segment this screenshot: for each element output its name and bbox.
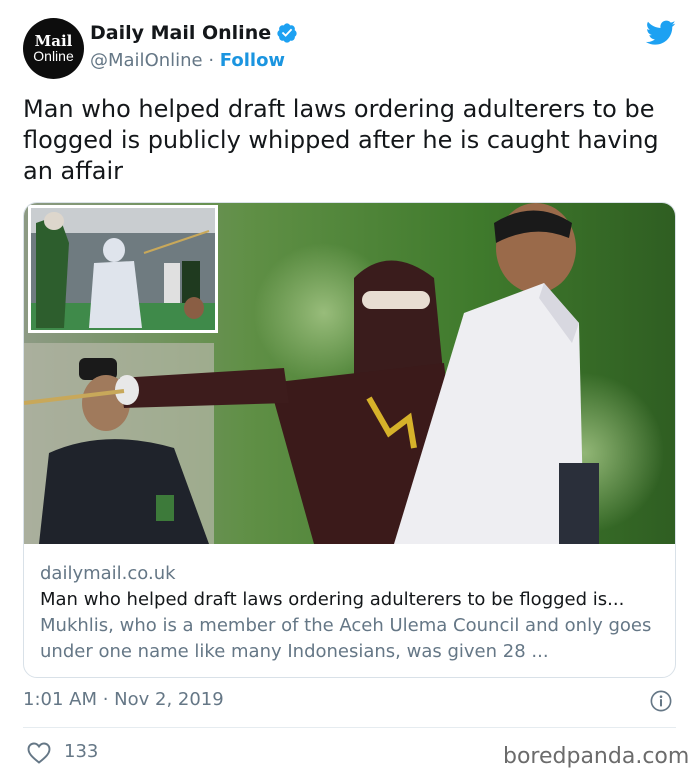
tweet-timestamp[interactable]: 1:01 AM · Nov 2, 2019 — [23, 689, 224, 710]
like-count: 133 — [64, 741, 99, 762]
link-card[interactable]: dailymail.co.uk Man who helped draft law… — [23, 202, 676, 678]
card-body: dailymail.co.uk Man who helped draft law… — [40, 561, 665, 665]
author-name-row: Daily Mail Online — [90, 22, 298, 44]
verified-badge-icon — [277, 23, 297, 43]
follow-button[interactable]: Follow — [220, 50, 285, 71]
watermark: boredpanda.com — [503, 744, 690, 769]
avatar-logo-line2: Online — [33, 48, 74, 64]
card-domain: dailymail.co.uk — [40, 563, 176, 584]
avatar[interactable]: Mail Online — [23, 18, 84, 79]
handle-separator: · — [202, 50, 220, 71]
info-icon[interactable] — [650, 690, 672, 712]
tweet-text: Man who helped draft laws ordering adult… — [23, 95, 659, 185]
avatar-logo-line1: Mail — [34, 32, 73, 50]
author-handle-row: @MailOnline · Follow — [90, 50, 285, 71]
author-display-name[interactable]: Daily Mail Online — [90, 22, 271, 44]
card-title[interactable]: Man who helped draft laws ordering adult… — [40, 587, 665, 613]
card-description: Mukhlis, who is a member of the Aceh Ule… — [40, 615, 652, 662]
twitter-bird-icon[interactable] — [646, 20, 676, 46]
author-handle[interactable]: @MailOnline — [90, 50, 203, 71]
article-photo — [24, 203, 675, 544]
footer-divider — [23, 727, 676, 728]
heart-icon[interactable] — [27, 742, 51, 764]
